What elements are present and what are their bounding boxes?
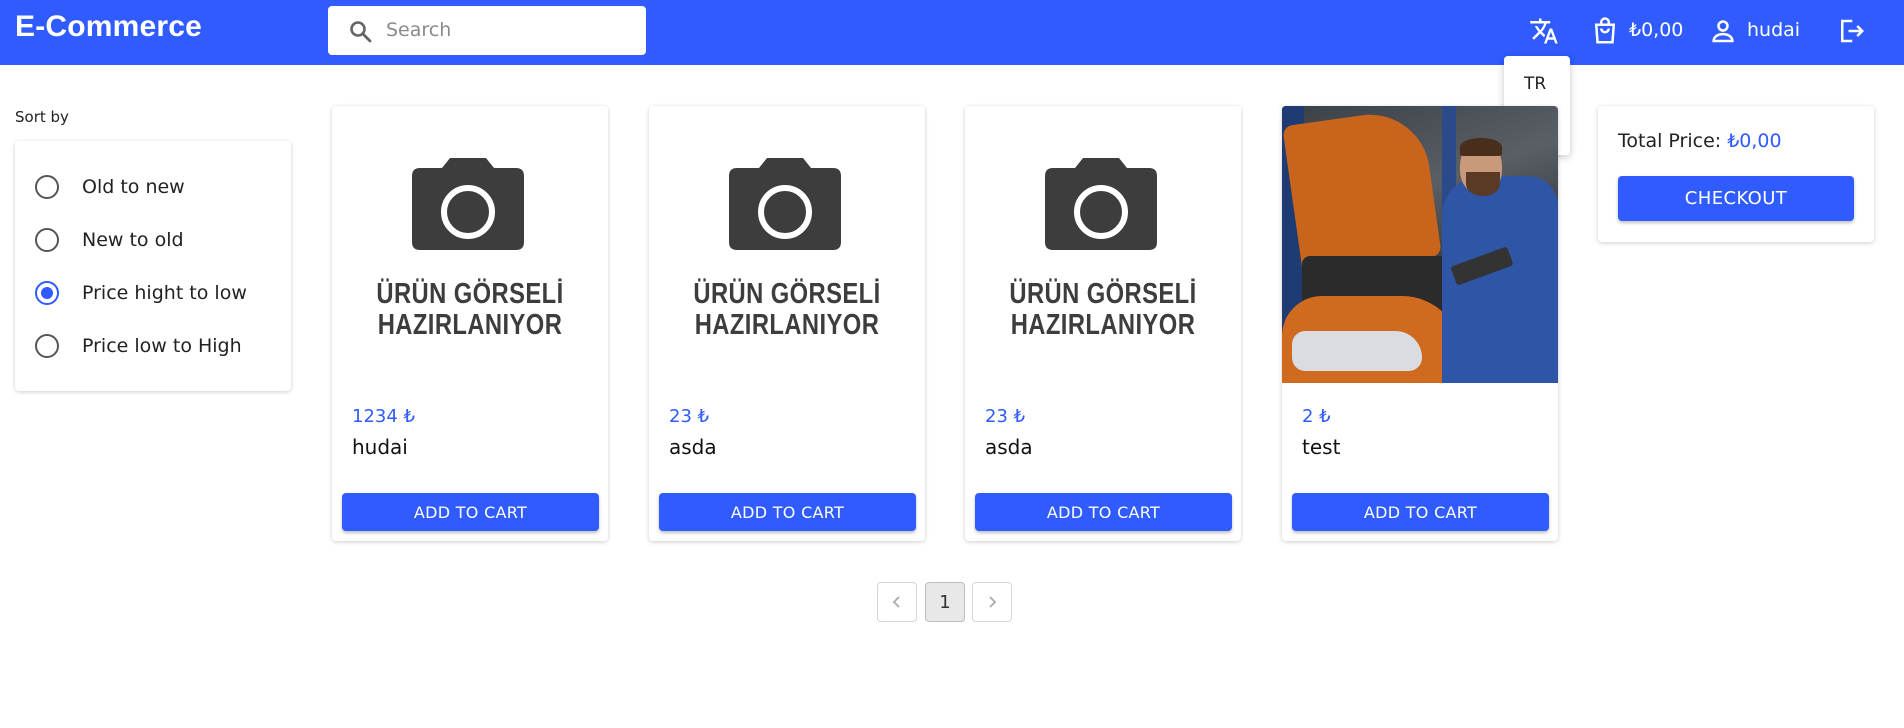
product-card: ÜRÜN GÖRSELİ HAZIRLANIYOR 23 ₺ asda ADD …	[965, 106, 1241, 541]
placeholder-text: HAZIRLANIYOR	[694, 309, 880, 341]
placeholder-text: ÜRÜN GÖRSELİ	[693, 278, 881, 310]
camera-icon	[1045, 158, 1157, 250]
sort-option-label: Price low to High	[82, 335, 242, 357]
translate-icon[interactable]	[1529, 16, 1559, 46]
add-to-cart-button[interactable]: ADD TO CART	[975, 493, 1232, 531]
sort-option-new-to-old[interactable]: New to old	[35, 225, 184, 255]
sort-option-label: Old to new	[82, 176, 185, 198]
username[interactable]: hudai	[1747, 19, 1800, 41]
radio-button[interactable]	[35, 228, 59, 252]
photo-detail	[1292, 331, 1422, 371]
product-name[interactable]: asda	[669, 435, 717, 459]
product-image-placeholder[interactable]: ÜRÜN GÖRSELİ HAZIRLANIYOR	[965, 106, 1241, 383]
add-to-cart-button[interactable]: ADD TO CART	[1292, 493, 1549, 531]
placeholder-text: ÜRÜN GÖRSELİ	[1009, 278, 1197, 310]
checkout-button[interactable]: CHECKOUT	[1618, 176, 1854, 221]
camera-icon	[729, 158, 841, 250]
product-price: 23 ₺	[985, 406, 1026, 427]
total-price: Total Price: ₺0,00	[1618, 130, 1782, 152]
product-name[interactable]: hudai	[352, 435, 408, 459]
add-to-cart-button[interactable]: ADD TO CART	[659, 493, 916, 531]
product-card: 2 ₺ test ADD TO CART	[1282, 106, 1558, 541]
product-card: ÜRÜN GÖRSELİ HAZIRLANIYOR 1234 ₺ hudai A…	[332, 106, 608, 541]
radio-button[interactable]	[35, 175, 59, 199]
add-to-cart-button[interactable]: ADD TO CART	[342, 493, 599, 531]
product-price: 23 ₺	[669, 406, 710, 427]
product-name[interactable]: test	[1302, 435, 1340, 459]
total-price-value: ₺0,00	[1727, 130, 1782, 152]
product-price: 1234 ₺	[352, 406, 415, 427]
top-app-bar: E-Commerce Search ₺0,00 hudai	[0, 0, 1904, 65]
sort-label: Sort by	[15, 108, 69, 126]
placeholder-text: ÜRÜN GÖRSELİ	[376, 278, 564, 310]
search-icon	[350, 21, 372, 43]
pagination-next-button[interactable]	[972, 582, 1012, 622]
sort-option-old-to-new[interactable]: Old to new	[35, 172, 185, 202]
sort-option-label: New to old	[82, 229, 184, 251]
logout-icon[interactable]	[1836, 16, 1866, 46]
placeholder-text: HAZIRLANIYOR	[1010, 309, 1196, 341]
sort-options-card: Old to new New to old Price hight to low…	[15, 141, 291, 391]
app-logo[interactable]: E-Commerce	[15, 10, 202, 44]
product-price: 2 ₺	[1302, 406, 1331, 427]
photo-detail	[1466, 172, 1500, 196]
cart-summary-card: Total Price: ₺0,00 CHECKOUT	[1598, 106, 1874, 242]
sort-option-price-low-to-high[interactable]: Price low to High	[35, 331, 242, 361]
chevron-right-icon	[989, 596, 997, 608]
user-icon[interactable]	[1708, 16, 1738, 46]
camera-icon	[412, 158, 524, 250]
cart-total[interactable]: ₺0,00	[1629, 19, 1683, 41]
search-input[interactable]: Search	[386, 19, 451, 41]
photo-detail	[1460, 138, 1502, 156]
pagination-prev-button[interactable]	[877, 582, 917, 622]
sort-option-price-high-to-low[interactable]: Price hight to low	[35, 278, 247, 308]
shopping-bag-icon[interactable]	[1590, 16, 1620, 46]
radio-button-checked[interactable]	[35, 281, 59, 305]
total-price-label: Total Price:	[1618, 130, 1722, 152]
language-option-tr[interactable]: TR	[1524, 74, 1546, 94]
photo-detail	[1282, 106, 1442, 276]
pagination-page-button[interactable]: 1	[925, 582, 965, 622]
placeholder-text: HAZIRLANIYOR	[377, 309, 563, 341]
product-image-mechanic-photo[interactable]	[1282, 106, 1558, 383]
product-image-placeholder[interactable]: ÜRÜN GÖRSELİ HAZIRLANIYOR	[649, 106, 925, 383]
radio-button[interactable]	[35, 334, 59, 358]
search-box[interactable]: Search	[328, 6, 646, 55]
chevron-left-icon	[892, 596, 900, 608]
sort-option-label: Price hight to low	[82, 282, 247, 304]
product-name[interactable]: asda	[985, 435, 1033, 459]
product-image-placeholder[interactable]: ÜRÜN GÖRSELİ HAZIRLANIYOR	[332, 106, 608, 383]
product-card: ÜRÜN GÖRSELİ HAZIRLANIYOR 23 ₺ asda ADD …	[649, 106, 925, 541]
